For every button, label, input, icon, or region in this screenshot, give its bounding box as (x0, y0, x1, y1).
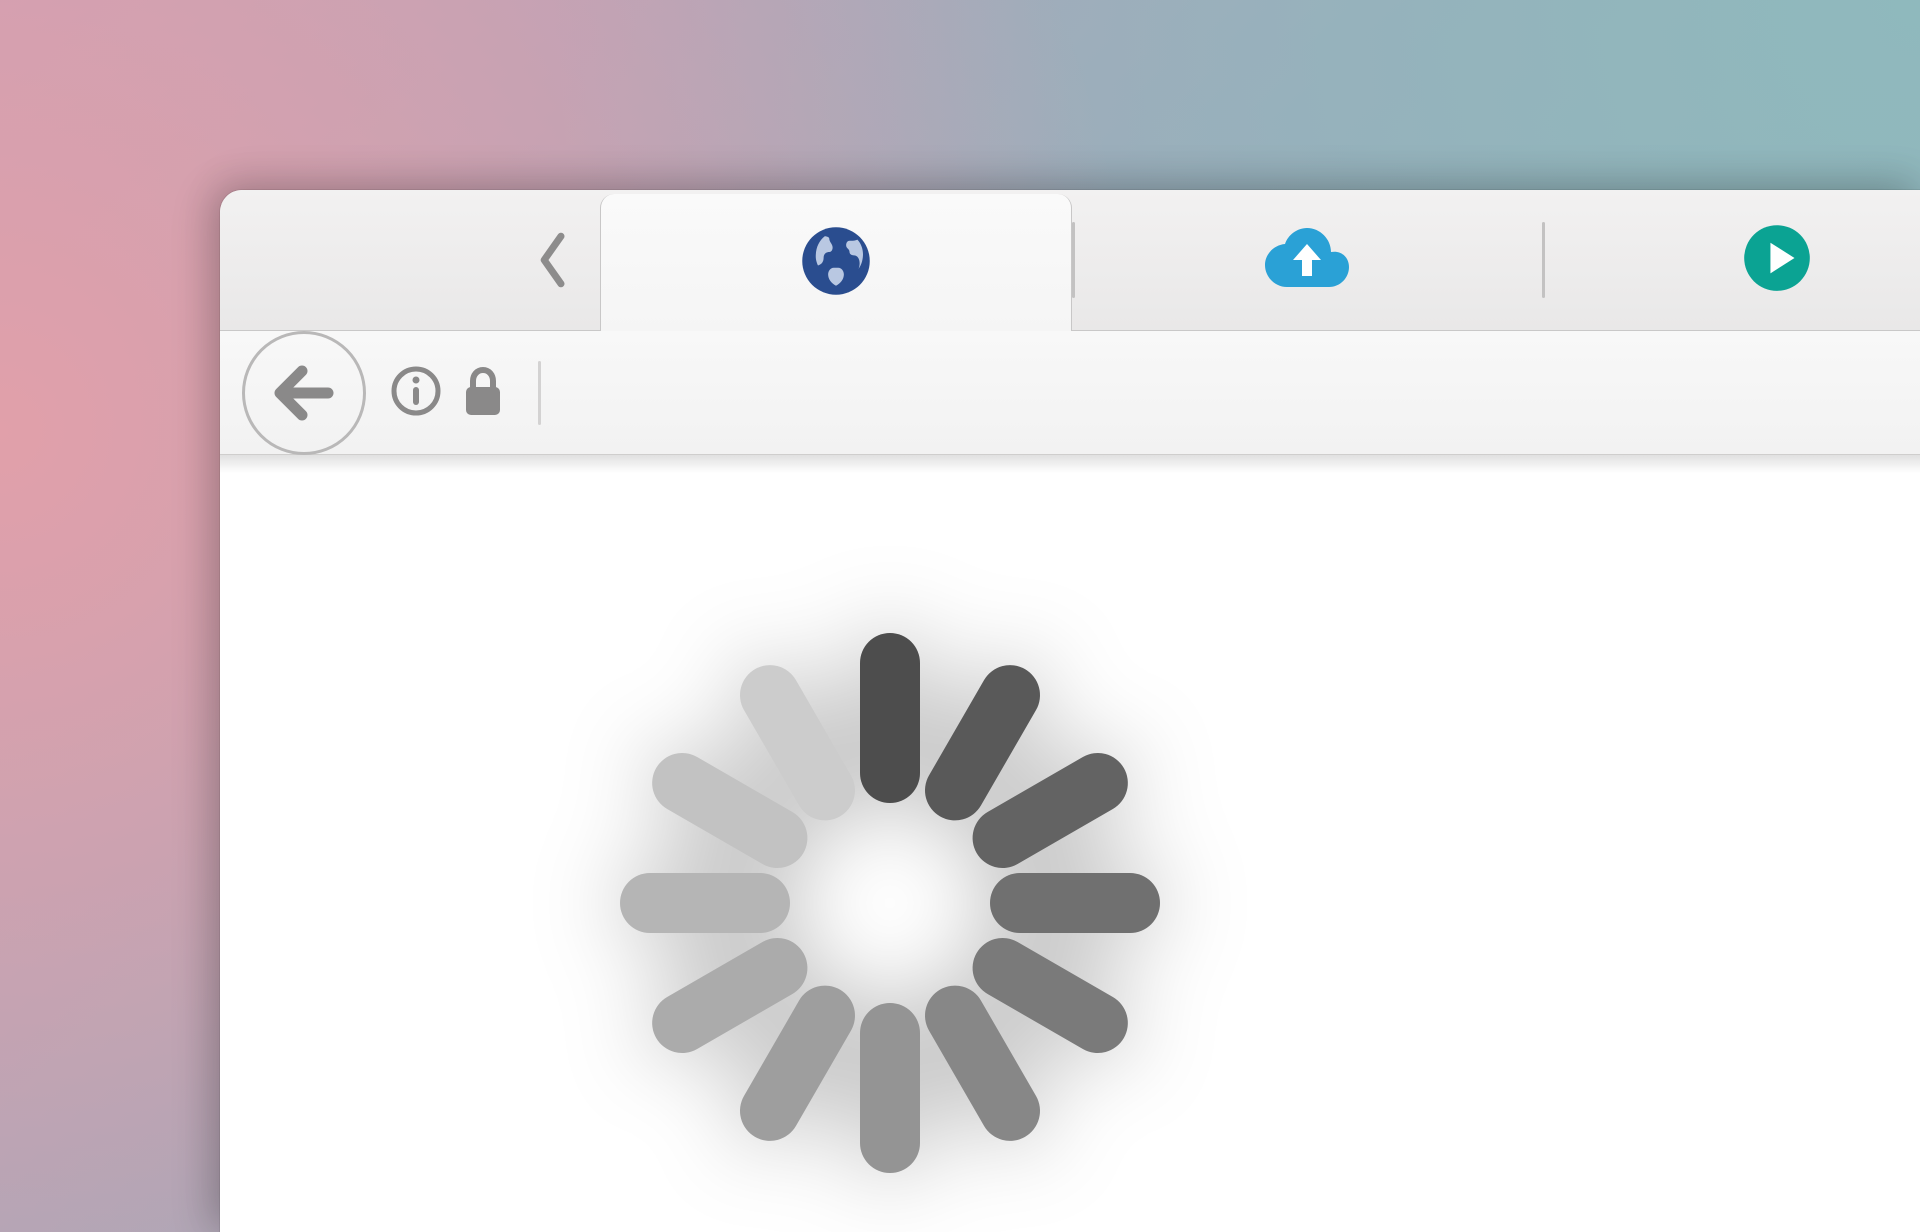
secure-indicator[interactable] (462, 365, 504, 421)
cloud-upload-icon (1265, 228, 1349, 292)
spinner-blade (860, 633, 920, 803)
page-content (220, 473, 1920, 1232)
browser-window (220, 190, 1920, 1232)
tab-1[interactable] (600, 194, 1072, 331)
tab-3[interactable] (1542, 190, 1920, 330)
spinner-blade (990, 873, 1160, 933)
tab-2[interactable] (1072, 190, 1542, 330)
toolbar-shadow (220, 455, 1920, 473)
arrow-left-icon (274, 365, 334, 421)
nav-back-button[interactable] (242, 331, 366, 455)
spinner-blade (620, 873, 790, 933)
tab-separator (1542, 222, 1545, 298)
desktop-background (0, 0, 1920, 1232)
loading-spinner (610, 623, 1170, 1183)
globe-icon (800, 225, 872, 301)
tab-separator (1072, 222, 1075, 298)
address-bar (220, 331, 1920, 455)
chevron-left-icon (536, 232, 572, 288)
play-icon (1742, 223, 1812, 297)
tab-strip (220, 190, 1920, 331)
url-meta (390, 361, 541, 425)
spinner-blade (860, 1003, 920, 1173)
site-info-button[interactable] (390, 365, 442, 421)
url-input[interactable] (565, 330, 1920, 455)
info-circle-icon (390, 365, 442, 417)
tab-scroll-left-button[interactable] (220, 190, 600, 330)
url-divider (538, 361, 541, 425)
lock-icon (462, 365, 504, 417)
